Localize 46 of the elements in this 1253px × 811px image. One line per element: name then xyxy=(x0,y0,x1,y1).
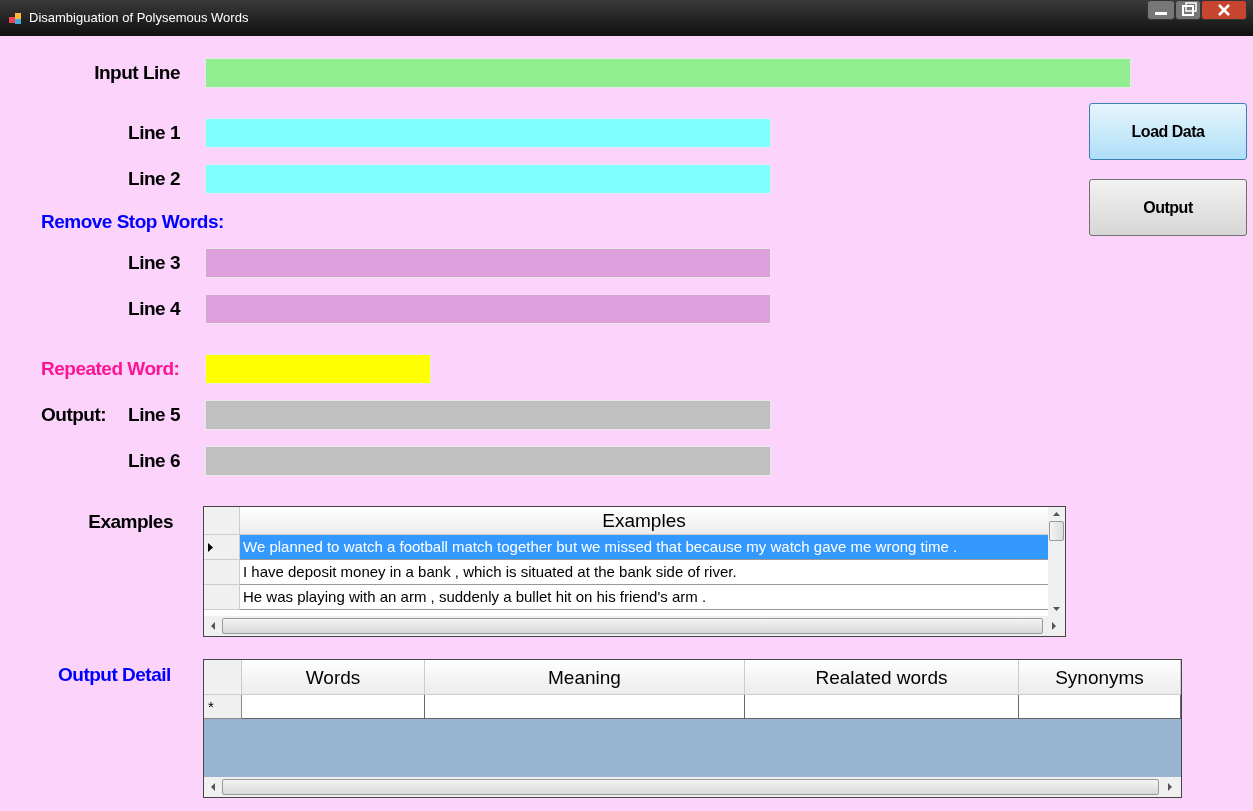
window-title: Disambiguation of Polysemous Words xyxy=(29,9,249,28)
field-label: Line 4 xyxy=(128,296,180,321)
field-label: Line 2 xyxy=(128,166,180,191)
column-header[interactable]: Realated words xyxy=(745,660,1019,695)
section-heading: Remove Stop Words: xyxy=(40,210,225,232)
text-field[interactable] xyxy=(205,118,771,148)
text-field[interactable] xyxy=(205,446,771,476)
grid-label: Examples xyxy=(87,510,173,534)
minimize-icon[interactable] xyxy=(1147,0,1175,20)
grid-label: Output Detail xyxy=(57,663,172,687)
text-field[interactable] xyxy=(205,58,1131,88)
scroll-thumb[interactable] xyxy=(1049,521,1064,541)
new-row-marker: * xyxy=(204,695,242,719)
field-label: Line 3 xyxy=(128,250,180,275)
text-field[interactable] xyxy=(205,164,771,194)
scroll-thumb[interactable] xyxy=(222,618,1043,634)
table-cell[interactable] xyxy=(1019,695,1181,719)
column-header[interactable]: Words xyxy=(242,660,425,695)
button[interactable]: Load Data xyxy=(1089,103,1247,160)
table-cell[interactable] xyxy=(425,695,745,719)
text-field[interactable] xyxy=(205,294,771,324)
button[interactable]: Output xyxy=(1089,179,1247,236)
row-header xyxy=(204,660,242,695)
close-icon[interactable] xyxy=(1201,0,1247,20)
column-header[interactable]: Meaning xyxy=(425,660,745,695)
text-field[interactable] xyxy=(205,354,431,384)
field-label: Input Line xyxy=(94,60,180,85)
row-header[interactable] xyxy=(204,535,240,560)
field-label: Repeated Word: xyxy=(41,356,180,381)
field-label: Line 5 xyxy=(128,402,180,427)
horizontal-scrollbar[interactable] xyxy=(204,777,1181,797)
table-cell[interactable] xyxy=(745,695,1019,719)
app-icon xyxy=(9,11,23,25)
field-label: Output: xyxy=(40,402,107,427)
field-label: Line 1 xyxy=(128,120,180,145)
horizontal-scrollbar[interactable] xyxy=(204,616,1065,636)
table-cell[interactable] xyxy=(242,695,425,719)
vertical-scrollbar[interactable] xyxy=(1048,507,1065,616)
maximize-icon[interactable] xyxy=(1175,0,1201,20)
text-field[interactable] xyxy=(205,248,771,278)
text-field[interactable] xyxy=(205,400,771,430)
field-label: Line 6 xyxy=(128,448,180,473)
current-row-icon xyxy=(208,542,213,552)
row-header xyxy=(204,507,240,535)
column-header[interactable]: Synonyms xyxy=(1019,660,1181,695)
scroll-thumb[interactable] xyxy=(222,779,1159,795)
